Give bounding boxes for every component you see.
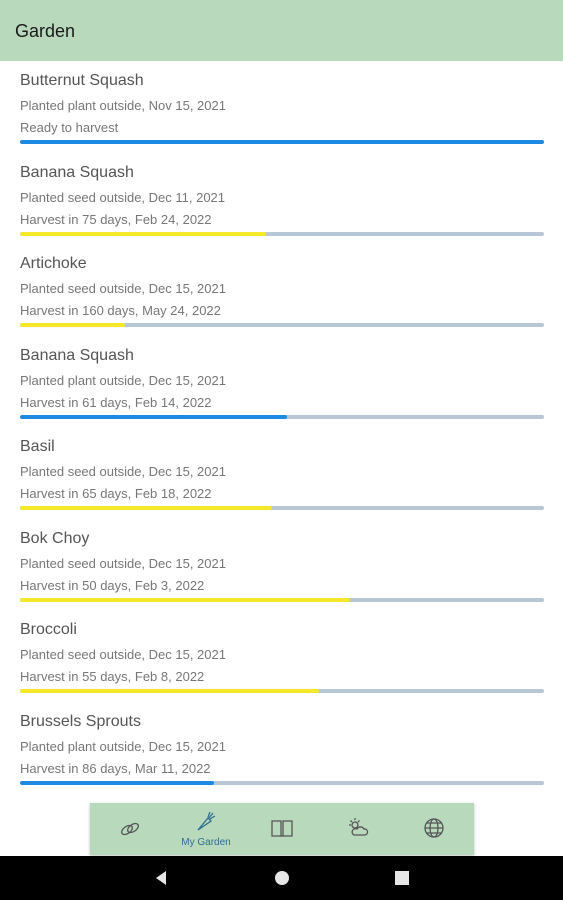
plant-name: Basil (20, 438, 55, 455)
plant-name: Banana Squash (20, 346, 134, 364)
list-item[interactable]: Butternut Squash Planted plant outside, N… (0, 61, 563, 153)
nav-weather[interactable] (320, 803, 396, 855)
harvest-status: Harvest in 50 days, Feb 3, 2022 (20, 577, 205, 593)
harvest-progress-fill (20, 140, 544, 144)
harvest-progress-bar (20, 780, 544, 785)
planted-date: Planted seed outside, Dec 15, 2021 (20, 647, 226, 662)
harvest-status: Harvest in 75 days, Feb 24, 2022 (20, 211, 212, 227)
system-navigation-bar (0, 856, 563, 900)
seeds-icon (121, 822, 139, 836)
planted-date: Planted seed outside, Dec 11, 2021 (20, 189, 226, 205)
list-item[interactable]: Broccoli Planted seed outside, Dec 15, 20… (0, 610, 563, 702)
nav-seeds[interactable] (92, 803, 168, 855)
harvest-status: Ready to harvest (20, 120, 119, 135)
plant-name: Banana Squash (20, 163, 134, 181)
harvest-progress-bar (20, 231, 544, 236)
harvest-progress-bar (20, 414, 544, 419)
plant-name: Artichoke (20, 255, 87, 272)
list-item[interactable]: Banana Squash Planted plant outside, Dec … (0, 336, 563, 428)
list-item[interactable]: Banana Squash Planted seed outside, Dec 1… (0, 153, 563, 245)
harvest-status: Harvest in 55 days, Feb 8, 2022 (20, 669, 205, 684)
harvest-progress-fill (20, 323, 125, 327)
harvest-progress-fill (20, 414, 288, 419)
nav-label: My Garden (181, 837, 231, 848)
harvest-progress-bar (20, 597, 544, 602)
bottom-navigation: My Garden (90, 803, 474, 855)
list-item[interactable]: Basil Planted seed outside, Dec 15, 2021 H… (0, 427, 563, 519)
list-item[interactable]: Bok Choy Planted seed outside, Dec 15, 20… (0, 519, 563, 611)
page-title: Garden (15, 21, 76, 41)
back-triangle-icon[interactable] (152, 868, 172, 888)
planted-date: Planted plant outside, Nov 15, 2021 (20, 98, 226, 113)
partly-cloudy-icon (349, 818, 369, 836)
planted-date: Planted seed outside, Dec 15, 2021 (20, 464, 226, 479)
app-root: Garden Butternut Squash Planted plant out… (0, 0, 563, 900)
nav-guide[interactable] (244, 803, 320, 855)
plant-name: Butternut Squash (20, 72, 144, 89)
harvest-progress-fill (20, 780, 214, 785)
app-bar: Garden (0, 0, 563, 61)
nav-globe[interactable] (396, 803, 472, 855)
harvest-status: Harvest in 86 days, Mar 11, 2022 (20, 760, 211, 776)
harvest-progress-bar (20, 140, 544, 144)
list-item[interactable]: Artichoke Planted seed outside, Dec 15, 2… (0, 244, 563, 336)
planted-date: Planted plant outside, Dec 15, 2021 (20, 738, 226, 754)
list-item[interactable]: Brussels Sprouts Planted plant outside, D… (0, 702, 563, 794)
home-circle-icon[interactable] (272, 868, 292, 888)
planted-date: Planted seed outside, Dec 15, 2021 (20, 281, 226, 296)
carrot-icon (197, 811, 216, 831)
harvest-progress-fill (20, 597, 351, 602)
harvest-progress-bar (20, 506, 544, 510)
recents-square-icon[interactable] (392, 868, 412, 888)
harvest-progress-fill (20, 231, 267, 236)
globe-icon (424, 818, 444, 838)
harvest-status: Harvest in 160 days, May 24, 2022 (20, 303, 221, 318)
plant-name: Bok Choy (20, 529, 90, 547)
harvest-progress-fill (20, 506, 272, 510)
planted-date: Planted plant outside, Dec 15, 2021 (20, 372, 226, 388)
harvest-status: Harvest in 61 days, Feb 14, 2022 (20, 394, 212, 410)
harvest-progress-fill (20, 689, 319, 693)
harvest-status: Harvest in 65 days, Feb 18, 2022 (20, 486, 212, 501)
harvest-progress-bar (20, 689, 544, 693)
plant-name: Broccoli (20, 621, 77, 638)
harvest-progress-bar (20, 323, 544, 327)
plant-name: Brussels Sprouts (20, 712, 141, 730)
nav-my-garden[interactable]: My Garden (168, 803, 244, 855)
book-icon (271, 820, 293, 837)
planted-date: Planted seed outside, Dec 15, 2021 (20, 555, 226, 571)
plant-list[interactable]: Butternut Squash Planted plant outside, N… (0, 61, 563, 793)
